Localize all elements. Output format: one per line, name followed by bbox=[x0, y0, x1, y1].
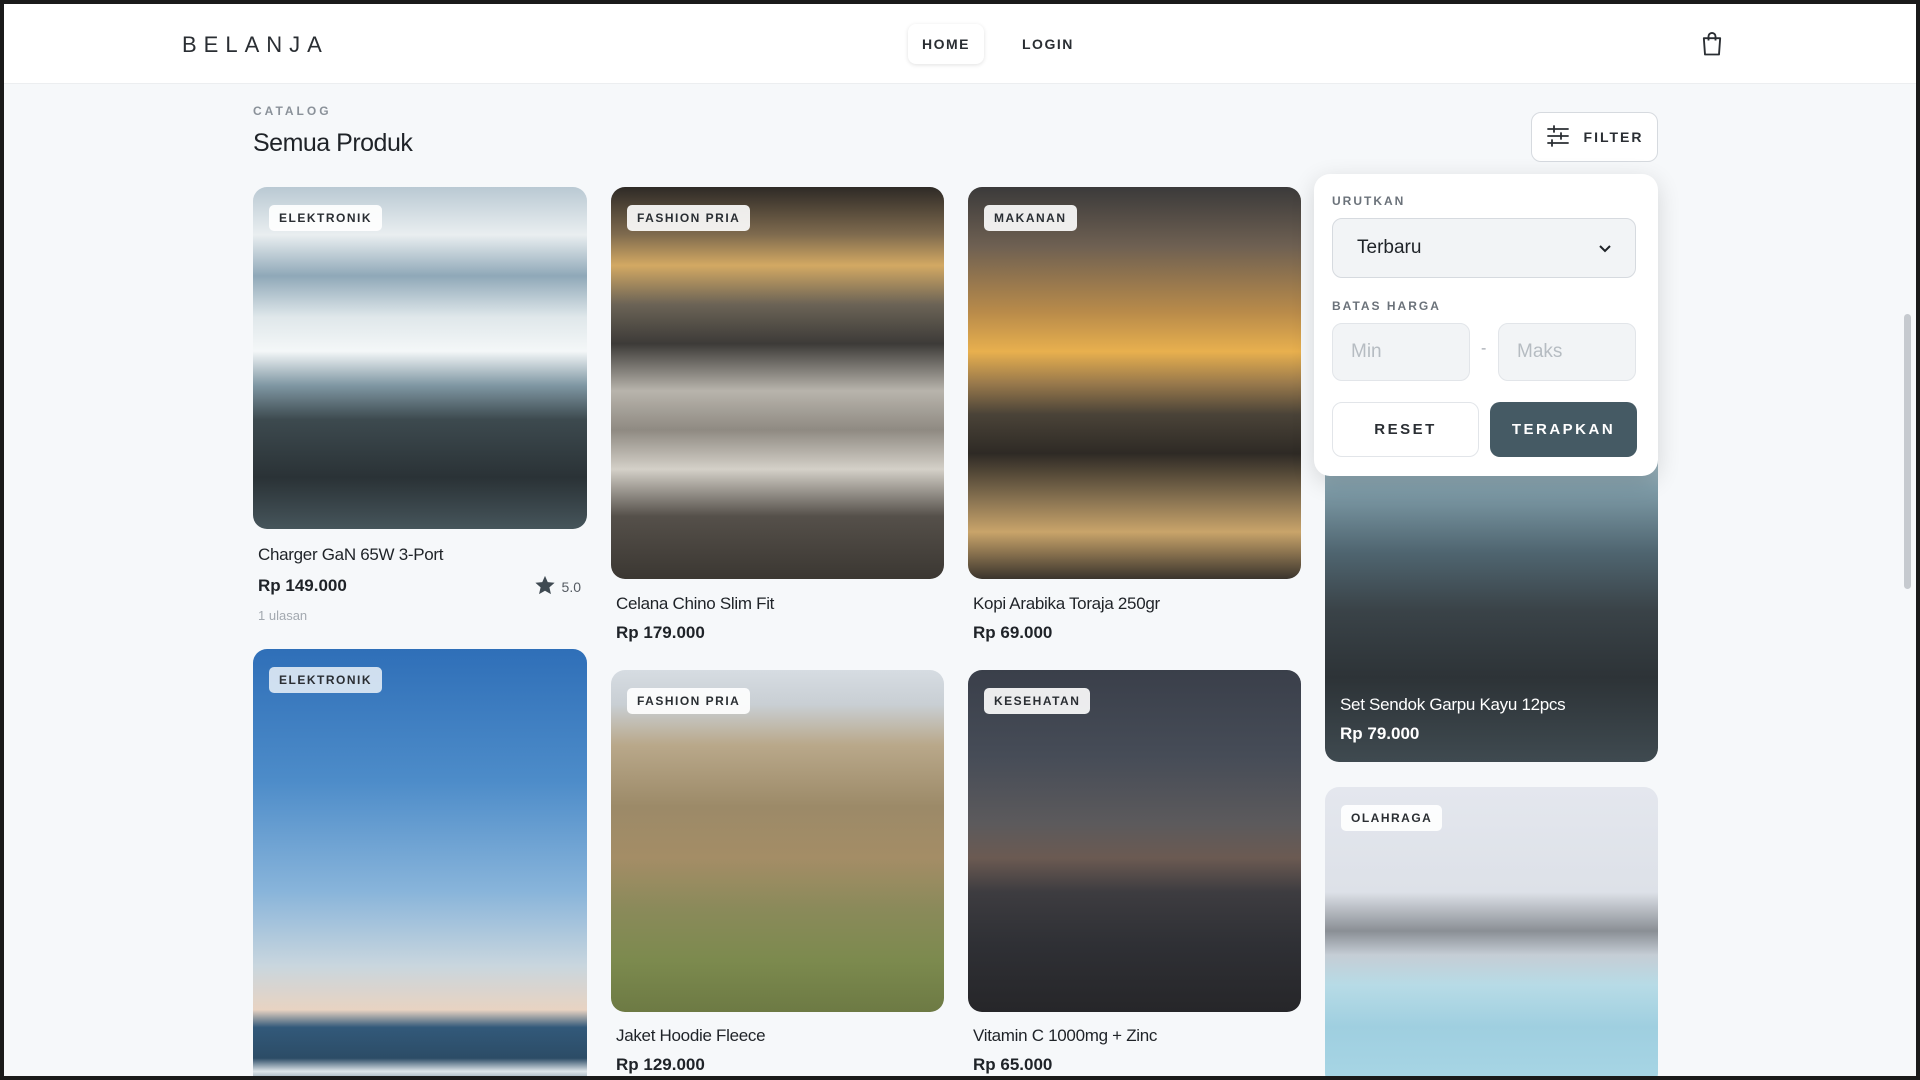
product-card[interactable]: KESEHATAN Vitamin C 1000mg + Zinc Rp 65.… bbox=[968, 670, 1301, 1076]
price-range-label: BATAS HARGA bbox=[1332, 299, 1441, 313]
star-icon bbox=[534, 574, 556, 599]
sliders-icon bbox=[1546, 124, 1570, 150]
product-card[interactable]: OLAHRAGA bbox=[1325, 787, 1658, 1076]
app-frame: BELANJA HOME LOGIN CATALOG Semua Produk bbox=[4, 4, 1916, 1076]
product-price: Rp 79.000 bbox=[1340, 724, 1420, 743]
category-badge: FASHION PRIA bbox=[627, 688, 751, 714]
product-image[interactable]: MAKANAN bbox=[968, 187, 1301, 579]
min-price-input[interactable]: Min bbox=[1332, 323, 1470, 381]
filter-panel: URUTKAN Terbaru BATAS HARGA Min - Maks R… bbox=[1314, 174, 1658, 476]
category-badge: MAKANAN bbox=[984, 205, 1077, 231]
product-image[interactable]: ELEKTRONIK bbox=[253, 649, 587, 1076]
product-card[interactable]: FASHION PRIA Jaket Hoodie Fleece Rp 129.… bbox=[611, 670, 944, 1076]
nav-home[interactable]: HOME bbox=[908, 24, 984, 64]
category-badge: KESEHATAN bbox=[984, 688, 1091, 714]
product-price: Rp 149.000 bbox=[258, 576, 347, 595]
apply-button[interactable]: TERAPKAN bbox=[1490, 402, 1637, 457]
range-separator: - bbox=[1481, 340, 1487, 357]
product-card[interactable]: FASHION PRIA Celana Chino Slim Fit Rp 17… bbox=[611, 187, 944, 647]
product-name[interactable]: Charger GaN 65W 3-Port bbox=[258, 545, 444, 565]
page-title: Semua Produk bbox=[253, 129, 413, 157]
sort-select[interactable]: Terbaru bbox=[1332, 218, 1636, 278]
page-scrollbar[interactable] bbox=[1904, 314, 1911, 589]
filter-button-label: FILTER bbox=[1583, 129, 1644, 145]
category-badge: ELEKTRONIK bbox=[269, 667, 382, 693]
review-count: 1 ulasan bbox=[258, 608, 308, 623]
product-image[interactable]: ELEKTRONIK bbox=[253, 187, 587, 529]
product-price: Rp 179.000 bbox=[616, 623, 705, 642]
product-image[interactable]: FASHION PRIA bbox=[611, 670, 944, 1012]
filter-button[interactable]: FILTER bbox=[1531, 112, 1658, 162]
rating-value: 5.0 bbox=[561, 578, 581, 595]
category-badge: ELEKTRONIK bbox=[269, 205, 382, 231]
product-card[interactable]: ELEKTRONIK bbox=[253, 649, 587, 1076]
category-badge: OLAHRAGA bbox=[1341, 805, 1443, 831]
reset-button[interactable]: RESET bbox=[1332, 402, 1479, 457]
max-price-input[interactable]: Maks bbox=[1498, 323, 1636, 381]
product-card[interactable]: MAKANAN Kopi Arabika Toraja 250gr Rp 69.… bbox=[968, 187, 1301, 647]
product-price: Rp 69.000 bbox=[973, 623, 1053, 642]
product-name[interactable]: Set Sendok Garpu Kayu 12pcs bbox=[1340, 695, 1566, 715]
product-image[interactable]: KESEHATAN bbox=[968, 670, 1301, 1012]
nav-login[interactable]: LOGIN bbox=[1008, 24, 1088, 64]
product-name[interactable]: Kopi Arabika Toraja 250gr bbox=[973, 594, 1160, 614]
product-name[interactable]: Jaket Hoodie Fleece bbox=[616, 1026, 766, 1046]
product-price: Rp 65.000 bbox=[973, 1055, 1053, 1074]
product-name[interactable]: Vitamin C 1000mg + Zinc bbox=[973, 1026, 1157, 1046]
product-rating: 5.0 bbox=[534, 574, 581, 599]
product-card[interactable]: ELEKTRONIK Charger GaN 65W 3-Port Rp 149… bbox=[253, 187, 587, 627]
sort-label: URUTKAN bbox=[1332, 194, 1406, 208]
top-navbar: BELANJA HOME LOGIN bbox=[4, 4, 1916, 84]
product-price: Rp 129.000 bbox=[616, 1055, 705, 1074]
main-nav: HOME LOGIN bbox=[908, 24, 1088, 64]
product-name[interactable]: Celana Chino Slim Fit bbox=[616, 594, 774, 614]
category-badge: FASHION PRIA bbox=[627, 205, 751, 231]
product-image[interactable]: OLAHRAGA bbox=[1325, 787, 1658, 1076]
catalog-eyebrow: CATALOG bbox=[253, 104, 332, 118]
sort-select-value: Terbaru bbox=[1357, 237, 1422, 258]
shopping-bag-icon[interactable] bbox=[1698, 30, 1726, 58]
product-image[interactable]: FASHION PRIA bbox=[611, 187, 944, 579]
chevron-down-icon bbox=[1599, 237, 1611, 259]
brand-logo[interactable]: BELANJA bbox=[182, 32, 329, 58]
